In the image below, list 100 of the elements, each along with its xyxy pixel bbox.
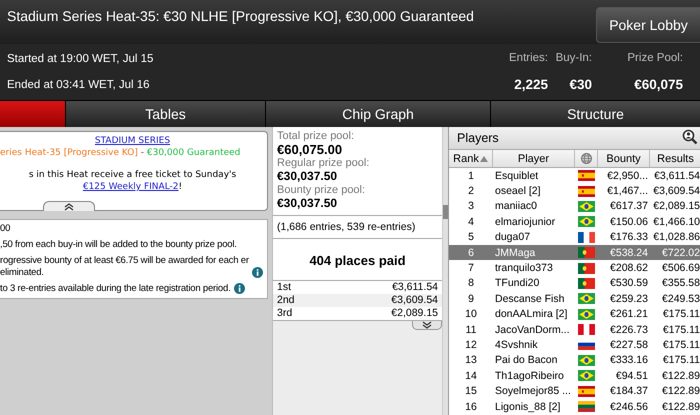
flag-icon: [578, 262, 595, 274]
globe-icon: [580, 153, 592, 164]
series-link[interactable]: STADIUM SERIES: [94, 136, 170, 146]
rank-cell-text: 5: [467, 231, 475, 244]
expand-tab[interactable]: [412, 321, 442, 330]
bounty-cell-text: €530.59: [609, 277, 649, 290]
places-paid: 404 places paid: [273, 239, 442, 281]
flag-icon: [578, 247, 595, 258]
player-row[interactable]: 16 Ligonis_88 [2] €246.56 €122.89: [449, 398, 700, 414]
column-header[interactable]: Rank: [449, 150, 493, 167]
note-text: 00: [0, 223, 10, 235]
stat-value: 2,225: [514, 76, 548, 92]
player-name: Esquiblet: [494, 170, 540, 182]
pool-label: Bounty prize pool:: [277, 184, 366, 196]
result-cell-text: €355.58: [661, 277, 700, 290]
player-name: maniiac0: [494, 200, 538, 212]
player-row[interactable]: 8 TFundi20 €530.59 €355.58: [449, 276, 700, 292]
flag-icon: [578, 232, 595, 243]
scrollbar[interactable]: [442, 127, 448, 415]
column-header[interactable]: Bounty: [598, 150, 650, 167]
rank-cell-text: 11: [464, 324, 478, 336]
player-row[interactable]: 12 4Svshnik €227.58 €175.11: [449, 337, 700, 353]
note-text: ,50 from each buy-in will be added to the bounty prize pool.: [0, 239, 237, 251]
bounty-cell-text: €617.37: [609, 200, 649, 212]
result-cell-text: €122.89: [661, 385, 700, 398]
pool-label: Total prize pool:: [277, 130, 356, 142]
player-row[interactable]: 10 donAALmira [2] €261.21 €175.11: [449, 306, 700, 322]
rank-cell-text: 4: [467, 216, 475, 228]
result-cell-text: €175.11: [662, 324, 700, 336]
pool-value: €30,037.50: [277, 196, 338, 211]
tournament-time: Ended at 03:41 WET, Jul 16: [7, 79, 151, 91]
player-row[interactable]: 13 Pai do Bacon €333.16 €175.11: [449, 352, 700, 368]
bounty-cell-text: €2,950...: [606, 170, 649, 182]
flag-icon: [578, 308, 595, 320]
bounty-cell-text: €94.51: [614, 370, 649, 382]
result-cell-text: €3,611.54: [653, 170, 700, 182]
result-cell-text: €722.02: [661, 246, 700, 259]
bounty-cell-text: €184.37: [609, 385, 649, 398]
player-name: Descanse Fish: [494, 292, 566, 305]
result-cell-text: €175.11: [662, 338, 700, 351]
player-row[interactable]: 5 duga07 €176.33 €1,028.86: [449, 230, 700, 245]
flag-icon: [578, 386, 595, 397]
payout-amount: €3,609.54: [391, 294, 438, 307]
bounty-cell-text: €227.58: [609, 338, 649, 351]
rank-cell-text: 8: [467, 277, 475, 290]
player-row[interactable]: 11 JacoVanDorm... €226.73 €175.11: [449, 322, 700, 338]
flag-icon: [578, 401, 595, 412]
player-row[interactable]: 2 oseael [2] €1,467... €3,609.54: [449, 183, 700, 199]
bounty-cell-text: €333.16: [609, 354, 649, 366]
player-name: Th1agoRibeiro: [494, 370, 565, 382]
flag-icon: [578, 186, 595, 197]
rank-cell-text: 12: [464, 338, 478, 351]
player-row[interactable]: 1 Esquiblet €2,950... €3,611.54: [449, 168, 700, 184]
sort-ascending-icon: [480, 156, 488, 162]
player-name: duga07: [494, 231, 532, 244]
player-row[interactable]: 9 Descanse Fish €259.23 €249.53: [449, 291, 700, 307]
stat-label: Buy-In:: [556, 52, 592, 64]
pool-label: Regular prize pool:: [277, 157, 370, 169]
stat-value: €30: [569, 76, 592, 92]
result-cell-text: €122.89: [661, 400, 700, 413]
rank-cell-text: 7: [467, 262, 475, 274]
player-row[interactable]: 14 Th1agoRibeiro €94.51 €122.89: [449, 368, 700, 384]
rank-cell-text: 14: [464, 370, 478, 382]
entries-note: (1,686 entries, 539 re-entries): [273, 216, 442, 239]
double-chevron-up-icon: [63, 202, 75, 210]
scroll-thumb[interactable]: [443, 205, 448, 219]
rank-cell-text: 10: [464, 308, 478, 320]
tab[interactable]: Tables: [65, 101, 265, 127]
collapse-tab[interactable]: [43, 201, 95, 211]
flag-icon: [578, 170, 595, 182]
player-name: TFundi20: [494, 277, 540, 290]
ticket-link[interactable]: €125 Weekly FINAL-2: [82, 182, 179, 192]
window-title: Stadium Series Heat-35: €30 NLHE [Progressive KO], €30,000 Guaranteed: [6, 7, 474, 24]
player-name: elmariojunior: [494, 216, 556, 228]
tab[interactable]: Chip Graph: [265, 101, 490, 127]
flag-icon: [578, 278, 595, 289]
player-row[interactable]: 15 Soyelmejor85 ... €184.37 €122.89: [449, 383, 700, 399]
payout-place: 3rd: [277, 307, 292, 320]
tab[interactable]: Structure: [490, 101, 700, 127]
flag-icon: [578, 370, 595, 382]
bounty-cell-text: €259.23: [609, 292, 649, 305]
payout-amount: €2,089.15: [391, 307, 438, 320]
player-name: Pai do Bacon: [494, 354, 558, 366]
rank-cell-text: 9: [467, 292, 475, 305]
flag-icon: [578, 216, 595, 228]
player-row[interactable]: 7 tranquilo373 €208.62 €506.69: [449, 260, 700, 276]
result-cell-text: €122.89: [661, 370, 700, 382]
column-header[interactable]: Results: [650, 150, 700, 167]
player-row[interactable]: 3 maniiac0 €617.37 €2,089.15: [449, 198, 700, 214]
player-row[interactable]: 4 elmariojunior €150.06 €1,466.10: [449, 214, 700, 230]
player-row[interactable]: 6 JMMaga €538.24 €722.02: [449, 244, 700, 260]
event-line: eries Heat-35 [Progressive KO] - €30,000 Guaranteed: [0, 147, 242, 159]
payout-place: 2nd: [277, 294, 295, 307]
bounty-cell-text: €226.73: [609, 324, 649, 336]
column-header[interactable]: Player: [493, 150, 575, 167]
result-cell-text: €1,466.10: [652, 216, 700, 228]
player-name: tranquilo373: [494, 262, 554, 274]
poker-lobby-button[interactable]: Poker Lobby: [596, 7, 700, 43]
player-name: JMMaga: [494, 246, 536, 259]
result-cell-text: €175.11: [662, 308, 700, 320]
